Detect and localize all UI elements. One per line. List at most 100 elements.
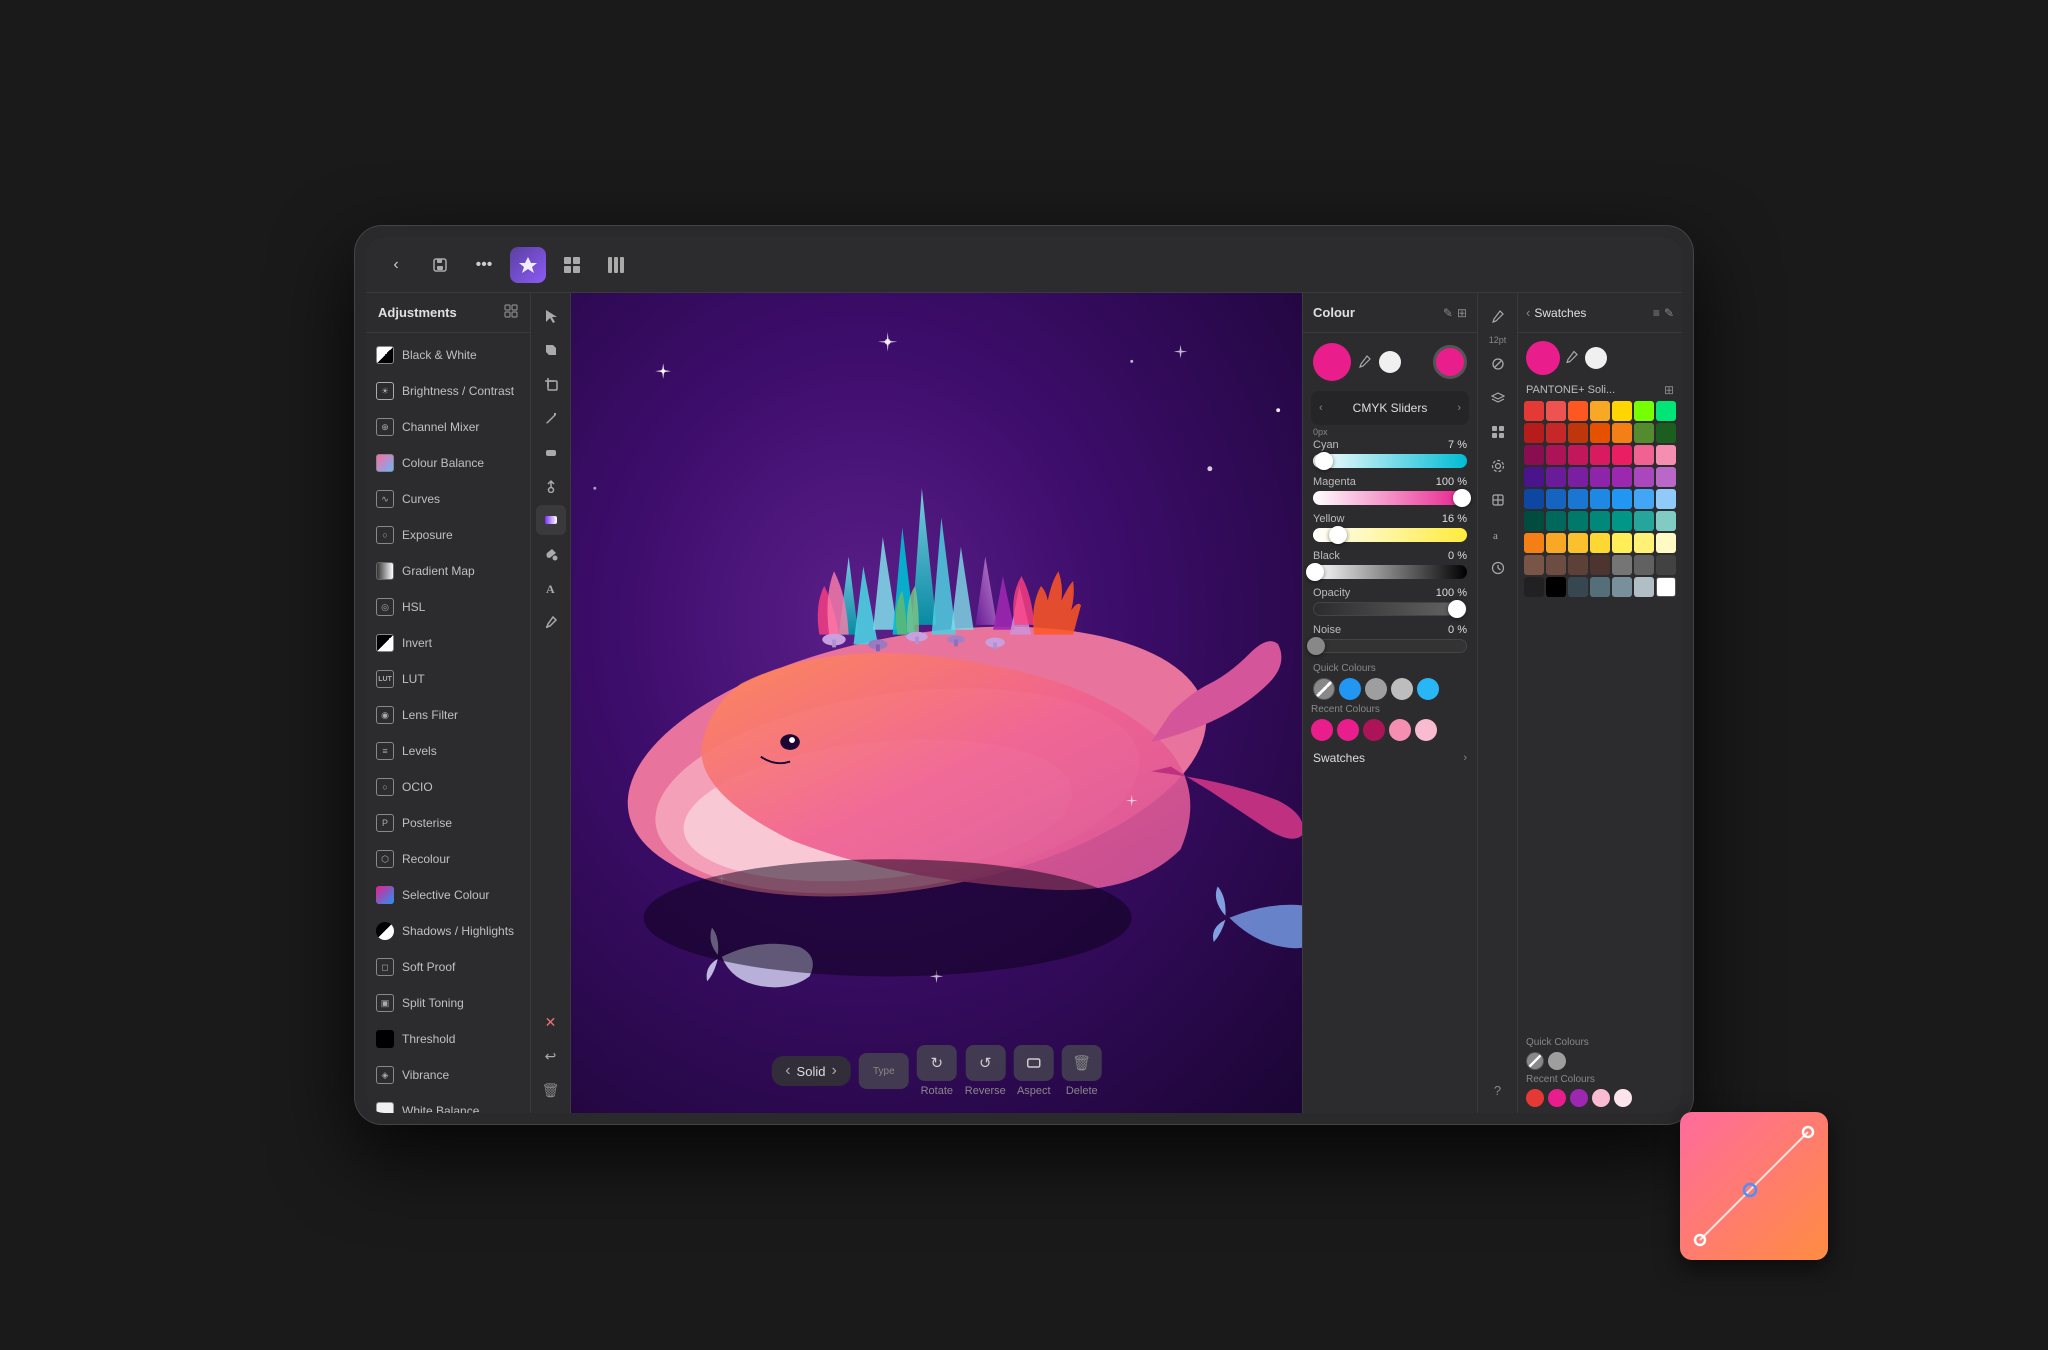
adj-item-soft-proof[interactable]: ◻ Soft Proof <box>366 949 530 985</box>
swatch-cell[interactable] <box>1612 533 1632 553</box>
noise-track[interactable] <box>1313 639 1467 653</box>
black-track[interactable] <box>1313 565 1467 579</box>
swatch-cell[interactable] <box>1656 423 1676 443</box>
swatch-cell[interactable] <box>1634 577 1654 597</box>
sw-quick-gray[interactable] <box>1548 1052 1566 1070</box>
swatch-cell[interactable] <box>1546 533 1566 553</box>
recent-colour-2[interactable] <box>1337 719 1359 741</box>
eyedropper-btn[interactable] <box>1357 354 1373 370</box>
swatches-link[interactable]: Swatches › <box>1303 745 1477 771</box>
eyedropper-tool[interactable] <box>536 607 566 637</box>
layout-button[interactable] <box>598 247 634 283</box>
adj-item-hsl[interactable]: ◎ HSL <box>366 589 530 625</box>
swatches-edit[interactable]: ✎ <box>1664 306 1674 320</box>
swatch-cell[interactable] <box>1590 467 1610 487</box>
magenta-thumb[interactable] <box>1453 489 1471 507</box>
swatch-cell[interactable] <box>1612 511 1632 531</box>
quick-colour-blue[interactable] <box>1339 678 1361 700</box>
colour-panel-edit[interactable]: ✎ <box>1443 306 1453 320</box>
cyan-track[interactable] <box>1313 454 1467 468</box>
adj-item-vibrance[interactable]: ◈ Vibrance <box>366 1057 530 1093</box>
adj-item-curves[interactable]: ∿ Curves <box>366 481 530 517</box>
adj-item-white-balance[interactable]: White Balance <box>366 1093 530 1113</box>
swatch-cell[interactable] <box>1590 511 1610 531</box>
adj-item-invert[interactable]: Invert <box>366 625 530 661</box>
trash-tool[interactable]: 🗑 <box>536 1075 566 1105</box>
quick-colour-lightblue[interactable] <box>1417 678 1439 700</box>
swatch-eyedropper[interactable] <box>1566 350 1579 366</box>
black-thumb[interactable] <box>1306 563 1324 581</box>
swatch-cell[interactable] <box>1568 445 1588 465</box>
swatch-cell[interactable] <box>1524 511 1544 531</box>
swatch-cell[interactable] <box>1612 555 1632 575</box>
swatch-cell[interactable] <box>1524 533 1544 553</box>
node-tool[interactable] <box>536 335 566 365</box>
delete-btn[interactable]: 🗑 <box>1062 1045 1102 1081</box>
swatch-cell[interactable] <box>1546 445 1566 465</box>
adj-item-black-white[interactable]: Black & White <box>366 337 530 373</box>
quick-colour-lightgray[interactable] <box>1391 678 1413 700</box>
cmyk-prev[interactable]: ‹ <box>1319 402 1323 414</box>
swatch-secondary-colour[interactable] <box>1585 347 1607 369</box>
swatch-cell[interactable] <box>1568 489 1588 509</box>
transform-btn[interactable] <box>1483 485 1513 515</box>
erase-tool[interactable] <box>536 437 566 467</box>
swatch-cell[interactable] <box>1546 555 1566 575</box>
adj-item-gradient-map[interactable]: Gradient Map <box>366 553 530 589</box>
swatch-cell[interactable] <box>1656 511 1676 531</box>
cmyk-next[interactable]: › <box>1457 402 1461 414</box>
swatch-cell[interactable] <box>1612 467 1632 487</box>
swatch-cell[interactable] <box>1656 445 1676 465</box>
sw-recent-2[interactable] <box>1548 1089 1566 1107</box>
rotate-btn[interactable]: ↻ <box>917 1045 957 1081</box>
main-colour-swatch[interactable] <box>1313 343 1351 381</box>
adj-item-channel-mixer[interactable]: ⊕ Channel Mixer <box>366 409 530 445</box>
swatch-cell[interactable] <box>1634 511 1654 531</box>
quick-colour-gray[interactable] <box>1365 678 1387 700</box>
text-style-btn[interactable]: a <box>1483 519 1513 549</box>
swatch-cell[interactable] <box>1568 467 1588 487</box>
swatch-cell[interactable] <box>1524 423 1544 443</box>
swatch-cell[interactable] <box>1656 467 1676 487</box>
sw-recent-3[interactable] <box>1570 1089 1588 1107</box>
swatch-cell[interactable] <box>1524 467 1544 487</box>
swatch-cell[interactable] <box>1524 555 1544 575</box>
settings-btn[interactable] <box>1483 451 1513 481</box>
save-button[interactable] <box>422 247 458 283</box>
aspect-btn[interactable] <box>1014 1045 1054 1081</box>
type-prev[interactable]: ‹ <box>785 1062 790 1080</box>
swatch-cell[interactable] <box>1634 533 1654 553</box>
adj-item-brightness-contrast[interactable]: ☀ Brightness / Contrast <box>366 373 530 409</box>
select-tool[interactable] <box>536 301 566 331</box>
swatch-cell[interactable] <box>1656 577 1676 597</box>
swatch-cell[interactable] <box>1546 511 1566 531</box>
swatch-cell[interactable] <box>1546 423 1566 443</box>
grid-view-btn[interactable] <box>1483 417 1513 447</box>
adj-item-recolour[interactable]: ⬡ Recolour <box>366 841 530 877</box>
swatch-cell[interactable] <box>1590 401 1610 421</box>
swatch-cell[interactable] <box>1568 511 1588 531</box>
swatch-cell[interactable] <box>1590 423 1610 443</box>
adj-item-shadows-highlights[interactable]: Shadows / Highlights <box>366 913 530 949</box>
swatch-cell[interactable] <box>1568 423 1588 443</box>
adj-item-ocio[interactable]: ○ OCIO <box>366 769 530 805</box>
gradient-tool[interactable] <box>536 505 566 535</box>
paint-brush-tool[interactable] <box>536 403 566 433</box>
opacity-thumb[interactable] <box>1448 600 1466 618</box>
pantone-grid-btn[interactable]: ⊞ <box>1664 383 1674 397</box>
back-button[interactable]: ‹ <box>378 247 414 283</box>
swatch-cell[interactable] <box>1634 489 1654 509</box>
reverse-btn[interactable]: ↺ <box>965 1045 1005 1081</box>
quick-colour-transparent[interactable] <box>1313 678 1335 700</box>
swatch-cell[interactable] <box>1590 489 1610 509</box>
swatch-cell[interactable] <box>1612 489 1632 509</box>
swatch-cell[interactable] <box>1612 401 1632 421</box>
swatch-cell[interactable] <box>1634 467 1654 487</box>
active-colour-circle[interactable] <box>1433 345 1467 379</box>
swatch-cell[interactable] <box>1546 577 1566 597</box>
opacity-track[interactable] <box>1313 602 1467 616</box>
colour-panel-expand[interactable]: ⊞ <box>1457 306 1467 320</box>
adj-item-posterise[interactable]: P Posterise <box>366 805 530 841</box>
swatch-cell[interactable] <box>1656 489 1676 509</box>
adj-item-selective-colour[interactable]: Selective Colour <box>366 877 530 913</box>
